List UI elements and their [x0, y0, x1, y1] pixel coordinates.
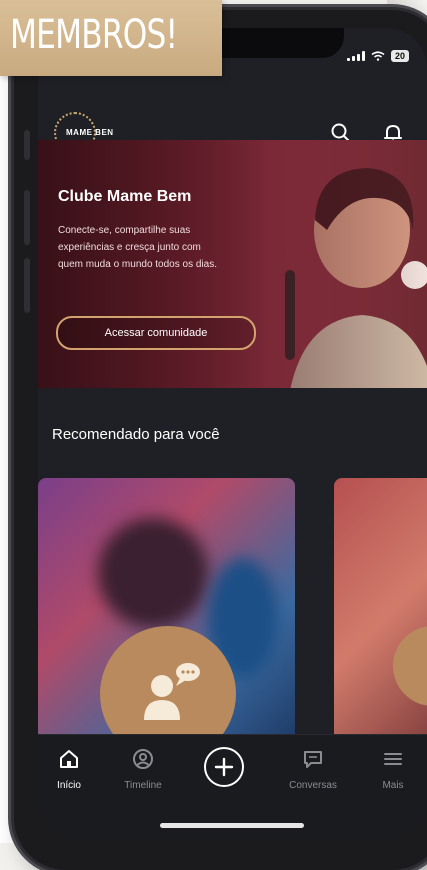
nav-label: Conversas [289, 780, 337, 791]
recommended-card[interactable] [38, 478, 295, 758]
nav-item-mais[interactable]: Mais [358, 747, 427, 791]
nav-label: Timeline [124, 780, 162, 791]
card-blur-shape [98, 518, 208, 628]
phone-volume-up [24, 190, 30, 245]
phone-side-button [24, 130, 30, 160]
nav-item-conversas[interactable]: Conversas [278, 747, 348, 791]
access-community-button[interactable]: Acessar comunidade [56, 316, 256, 350]
app-screen: 20 MAME BEN Clube Mame Bem Conecte-se, c… [38, 28, 427, 838]
logo-text: MAME BEN [66, 128, 114, 137]
promo-banner-text: MEMBROS! [10, 12, 178, 58]
nav-item-timeline[interactable]: Timeline [108, 747, 178, 791]
user-chat-icon [144, 663, 200, 720]
nav-label: Mais [382, 780, 404, 791]
nav-label: Início [57, 780, 81, 791]
home-icon [60, 750, 78, 768]
recommended-card[interactable] [334, 478, 427, 758]
home-indicator [160, 823, 304, 828]
create-post-button[interactable] [204, 747, 244, 787]
hero-title: Clube Mame Bem [58, 188, 192, 205]
community-hero: Clube Mame Bem Conecte-se, compartilhe s… [38, 140, 427, 388]
signal-icon [346, 51, 365, 61]
battery-indicator: 20 [390, 50, 409, 62]
timeline-icon [133, 749, 153, 769]
menu-icon [384, 753, 402, 765]
status-bar: 20 [346, 50, 409, 62]
plus-circle-icon [214, 757, 234, 777]
phone-volume-down [24, 258, 30, 313]
chat-icon [304, 751, 322, 768]
bottom-navigation: Início Timeline Conversas Mais [38, 734, 427, 838]
wifi-icon [371, 51, 385, 61]
hero-description: Conecte-se, compartilhe suas experiência… [58, 225, 217, 270]
promo-banner: MEMBROS! [0, 0, 222, 76]
nav-item-inicio[interactable]: Início [38, 747, 104, 791]
recommended-section-title: Recomendado para você [52, 426, 220, 443]
